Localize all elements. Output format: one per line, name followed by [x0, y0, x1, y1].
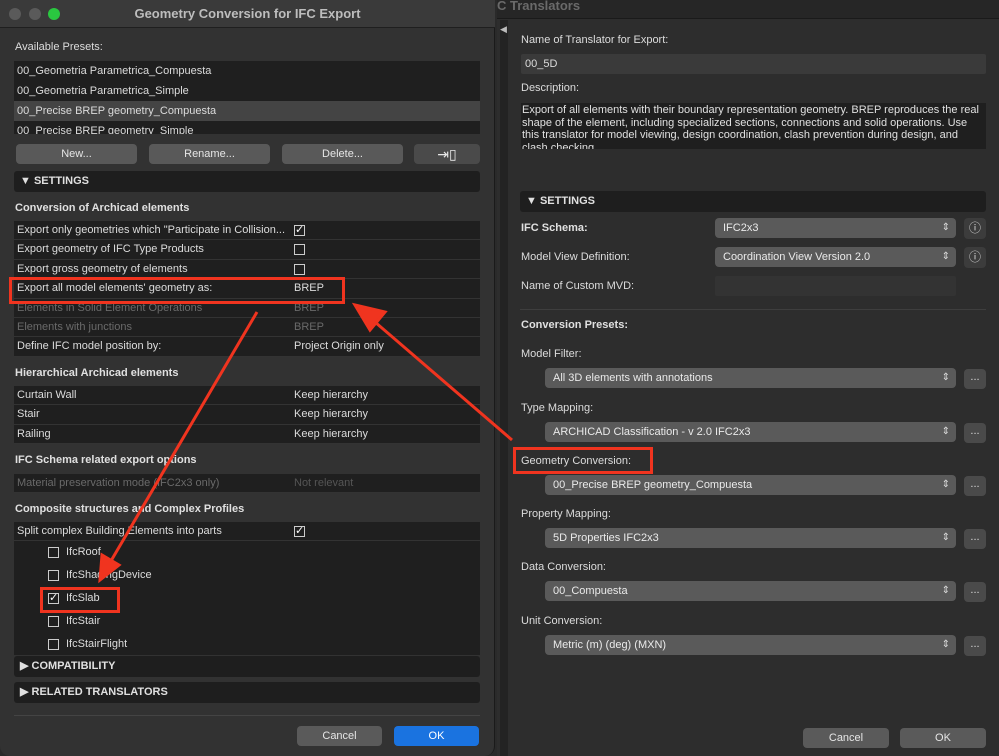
annotation-arrows — [98, 302, 513, 584]
annotation-arrow-line — [367, 314, 513, 442]
annotation-arrowhead — [98, 552, 122, 584]
annotation-arrow-line — [106, 311, 259, 567]
